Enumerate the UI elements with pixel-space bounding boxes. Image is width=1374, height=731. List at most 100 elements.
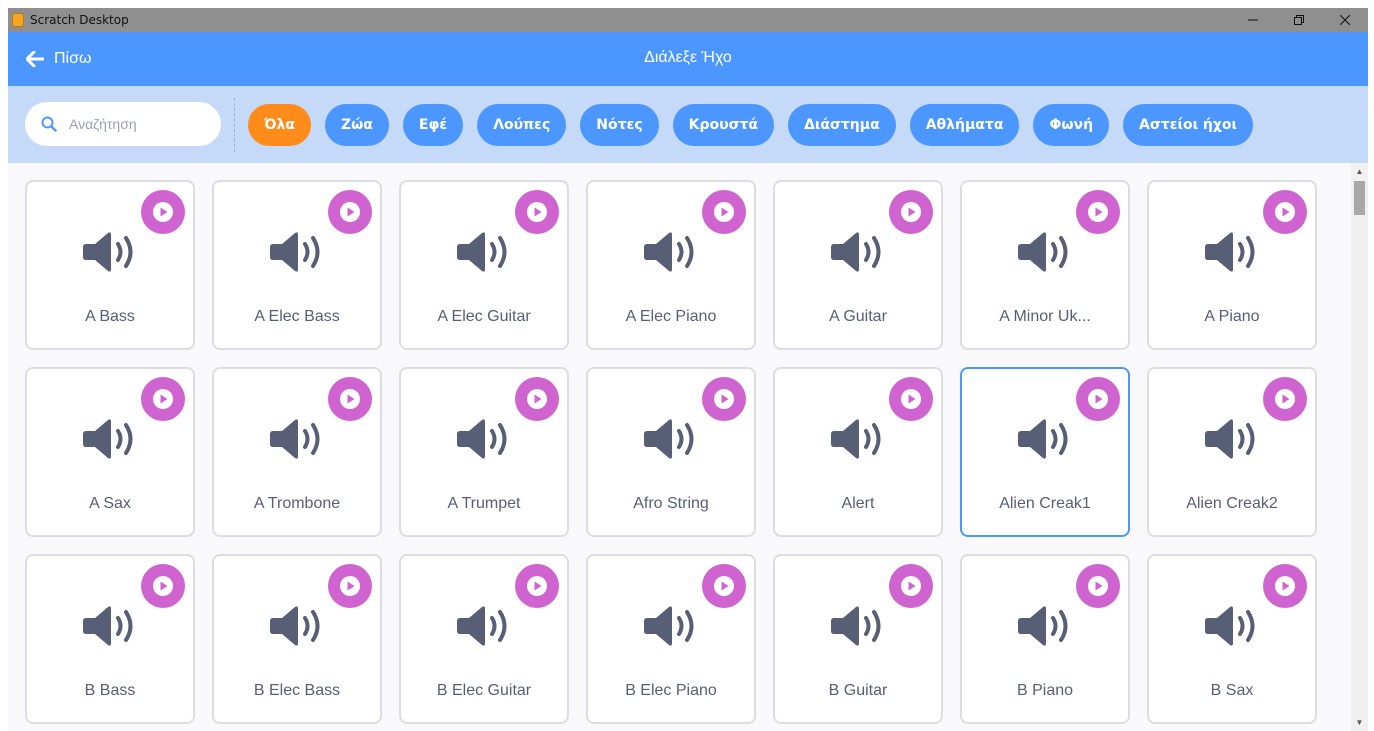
scroll-down-button[interactable]: ▼ xyxy=(1351,714,1368,731)
search-box[interactable] xyxy=(25,102,221,146)
sound-thumbnail xyxy=(82,604,142,653)
filter-bar: Όλα Ζώα Εφέ Λούπες Νότες Κρουστά Διάστημα Αθλήμ… xyxy=(8,86,1368,163)
tag-button[interactable]: Διάστημα xyxy=(788,104,896,146)
sound-name: Alien Creak2 xyxy=(1186,495,1278,512)
play-button[interactable] xyxy=(889,190,933,234)
speaker-icon xyxy=(1018,606,1068,646)
sound-card[interactable]: Afro String xyxy=(586,367,756,537)
sound-thumbnail xyxy=(830,417,890,466)
play-icon xyxy=(527,389,547,409)
tag-button[interactable]: Κρουστά xyxy=(672,104,775,146)
play-button[interactable] xyxy=(328,377,372,421)
sound-thumbnail xyxy=(456,417,516,466)
play-button[interactable] xyxy=(1076,190,1120,234)
tag-button[interactable]: Αθλήματα xyxy=(909,104,1020,146)
speaker-icon xyxy=(457,419,507,459)
sound-card[interactable]: A Bass xyxy=(25,180,195,350)
speaker-icon xyxy=(83,606,133,646)
sound-thumbnail xyxy=(1017,604,1077,653)
play-button[interactable] xyxy=(141,190,185,234)
sound-card[interactable]: A Elec Bass xyxy=(212,180,382,350)
play-icon xyxy=(1088,202,1108,222)
page-title: Διάλεξε Ήχο xyxy=(644,49,732,66)
sound-thumbnail xyxy=(456,230,516,279)
tag-button[interactable]: Λούπες xyxy=(477,104,567,146)
play-button[interactable] xyxy=(702,564,746,608)
sound-name: B Elec Piano xyxy=(625,682,717,699)
play-icon xyxy=(527,202,547,222)
play-icon xyxy=(714,202,734,222)
play-button[interactable] xyxy=(1263,190,1307,234)
sound-library: A Bass A Elec Bass A Elec Guitar A Elec Pia… xyxy=(8,163,1351,731)
play-button[interactable] xyxy=(1263,564,1307,608)
minimize-icon xyxy=(1248,19,1258,21)
sound-card[interactable]: B Elec Bass xyxy=(212,554,382,724)
tag-button[interactable]: Ζώα xyxy=(324,104,389,146)
play-button[interactable] xyxy=(515,564,559,608)
play-button[interactable] xyxy=(889,564,933,608)
sound-thumbnail xyxy=(269,230,329,279)
sound-card[interactable]: A Elec Guitar xyxy=(399,180,569,350)
sound-name: A Guitar xyxy=(829,308,887,325)
sound-card[interactable]: A Elec Piano xyxy=(586,180,756,350)
play-button[interactable] xyxy=(889,377,933,421)
minimize-button[interactable] xyxy=(1230,8,1276,32)
play-icon xyxy=(901,576,921,596)
sound-card[interactable]: A Trumpet xyxy=(399,367,569,537)
sound-card[interactable]: B Sax xyxy=(1147,554,1317,724)
tag-button[interactable]: Αστείοι ήχοι xyxy=(1123,104,1253,146)
speaker-icon xyxy=(1205,419,1255,459)
search-input[interactable] xyxy=(69,116,199,132)
play-button[interactable] xyxy=(141,377,185,421)
sound-name: A Trumpet xyxy=(447,495,521,512)
sound-card[interactable]: A Guitar xyxy=(773,180,943,350)
vertical-scrollbar[interactable]: ▲ ▼ xyxy=(1351,163,1368,731)
sound-thumbnail xyxy=(1204,230,1264,279)
scroll-up-button[interactable]: ▲ xyxy=(1351,163,1368,180)
sound-card[interactable]: B Guitar xyxy=(773,554,943,724)
play-button[interactable] xyxy=(1263,377,1307,421)
sound-card[interactable]: Alien Creak1 xyxy=(960,367,1130,537)
close-icon xyxy=(1340,15,1350,25)
sound-name: B Elec Bass xyxy=(253,682,341,699)
tag-button[interactable]: Όλα xyxy=(248,104,311,146)
tag-button[interactable]: Φωνή xyxy=(1033,104,1110,146)
close-button[interactable] xyxy=(1322,8,1368,32)
play-button[interactable] xyxy=(702,377,746,421)
play-icon xyxy=(714,389,734,409)
play-button[interactable] xyxy=(515,377,559,421)
play-button[interactable] xyxy=(702,190,746,234)
play-button[interactable] xyxy=(328,190,372,234)
sound-name: B Guitar xyxy=(828,682,888,699)
tag-button[interactable]: Νότες xyxy=(580,104,659,146)
sound-card[interactable]: Alien Creak2 xyxy=(1147,367,1317,537)
play-button[interactable] xyxy=(1076,564,1120,608)
play-icon xyxy=(153,576,173,596)
sound-card[interactable]: B Elec Guitar xyxy=(399,554,569,724)
sound-thumbnail xyxy=(82,230,142,279)
play-button[interactable] xyxy=(328,564,372,608)
speaker-icon xyxy=(1205,232,1255,272)
sound-card[interactable]: B Elec Piano xyxy=(586,554,756,724)
sound-card[interactable]: Alert xyxy=(773,367,943,537)
play-button[interactable] xyxy=(141,564,185,608)
tag-button[interactable]: Εφέ xyxy=(402,104,464,146)
play-button[interactable] xyxy=(515,190,559,234)
play-button[interactable] xyxy=(1076,377,1120,421)
scroll-thumb[interactable] xyxy=(1354,181,1365,215)
sound-card[interactable]: A Minor Uk... xyxy=(960,180,1130,350)
sound-card[interactable]: B Piano xyxy=(960,554,1130,724)
speaker-icon xyxy=(644,606,694,646)
sound-thumbnail xyxy=(269,417,329,466)
sound-card[interactable]: A Sax xyxy=(25,367,195,537)
sound-card[interactable]: B Bass xyxy=(25,554,195,724)
sound-thumbnail xyxy=(830,230,890,279)
sound-card[interactable]: A Trombone xyxy=(212,367,382,537)
sound-card[interactable]: A Piano xyxy=(1147,180,1317,350)
sound-grid: A Bass A Elec Bass A Elec Guitar A Elec Pia… xyxy=(25,180,1317,724)
sound-name: Alien Creak1 xyxy=(999,495,1091,512)
play-icon xyxy=(340,576,360,596)
restore-button[interactable] xyxy=(1276,8,1322,32)
speaker-icon xyxy=(83,419,133,459)
sound-name: A Trombone xyxy=(253,495,341,512)
